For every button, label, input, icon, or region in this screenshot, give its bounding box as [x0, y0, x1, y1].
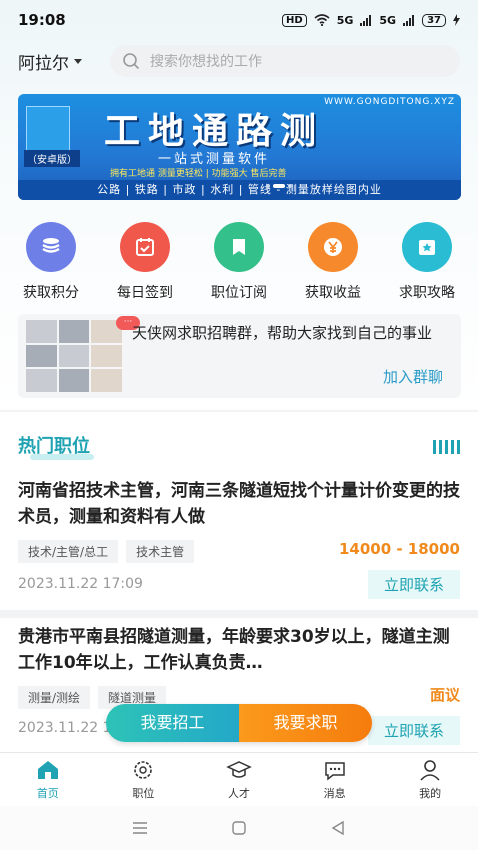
bottom-tab-bar: 首页 职位 人才 消息 我的: [0, 752, 478, 806]
banner-bottom-line: 公路 | 铁路 | 市政 | 水利 | 管线 - 测量放样绘图内业: [18, 180, 461, 200]
seek-job-button[interactable]: 我要求职: [239, 704, 372, 742]
yen-coin-icon: [308, 222, 358, 272]
quick-job-guide[interactable]: 求职攻略: [381, 222, 473, 302]
job-tag: 技术主管: [126, 540, 195, 563]
banner-url: WWW.GONGDITONG.XYZ: [324, 97, 455, 107]
job-card[interactable]: 贵港市平南县招隧道测量，年龄要求30岁以上，隧道主测工作10年以上，工作认真负责…: [0, 624, 478, 745]
home-square-icon[interactable]: [230, 819, 248, 837]
contact-button[interactable]: 立即联系: [367, 570, 460, 599]
quick-label: 获取收益: [305, 285, 361, 301]
group-chat-card[interactable]: ··· 天侠网求职招聘群，帮助大家找到自己的事业 加入群聊: [18, 314, 461, 398]
tab-label: 人才: [227, 787, 250, 800]
search-input[interactable]: 搜索你想找的工作: [110, 45, 460, 77]
status-bar: 19:08 HD 5G 5G 37: [0, 0, 478, 40]
bookmark-icon: [214, 222, 264, 272]
coins-icon: [26, 222, 76, 272]
promo-banner[interactable]: （安卓版） WWW.GONGDITONG.XYZ 工地通路测 一站式测量软件 拥…: [18, 94, 461, 200]
search-icon: [123, 53, 140, 70]
quick-label: 每日签到: [117, 285, 173, 301]
card-divider: [0, 610, 478, 618]
banner-pagination: [266, 184, 292, 188]
wifi-icon: [314, 14, 330, 26]
tab-label: 首页: [36, 787, 59, 800]
battery-icon: 37: [422, 13, 446, 27]
graduation-cap-icon: [226, 761, 252, 778]
city-selector[interactable]: 阿拉尔: [18, 49, 110, 74]
group-description: 天侠网求职招聘群，帮助大家找到自己的事业: [132, 324, 433, 342]
job-card[interactable]: 河南省招技术主管，河南三条隧道短找个计量计价变更的技术员，测量和资料有人做 技术…: [0, 478, 478, 599]
job-tag: 技术/主管/总工: [18, 540, 119, 563]
job-date: 2023.11.22 1: [18, 720, 112, 736]
floating-actions: 我要招工 我要求职: [106, 704, 372, 742]
quick-get-points[interactable]: 获取积分: [5, 222, 97, 302]
section-title: 热门职位: [18, 436, 90, 457]
job-salary: 14000 - 18000: [338, 540, 460, 558]
signal-icon: [403, 14, 415, 26]
signal-2-label: 5G: [379, 13, 397, 27]
quick-get-earnings[interactable]: 获取收益: [287, 222, 379, 302]
charging-icon: [453, 14, 460, 26]
caret-down-icon: [74, 58, 82, 64]
job-tag: 测量/测绘: [18, 686, 91, 709]
tab-home[interactable]: 首页: [0, 753, 96, 806]
banner-edition: （安卓版）: [24, 150, 80, 167]
job-list: 热门职位 河南省招技术主管，河南三条隧道短找个计量计价变更的技术员，测量和资料有…: [0, 412, 478, 752]
star-card-icon: [402, 222, 452, 272]
menu-icon[interactable]: [131, 819, 149, 837]
quick-daily-signin[interactable]: 每日签到: [99, 222, 191, 302]
chat-bubble-icon: [324, 762, 345, 781]
gear-badge-icon: [134, 761, 153, 779]
quick-label: 职位订阅: [211, 285, 267, 301]
search-placeholder: 搜索你想找的工作: [150, 54, 262, 70]
signal-1-label: 5G: [336, 13, 354, 27]
quick-label: 求职攻略: [399, 285, 455, 301]
job-salary: 面议: [429, 686, 460, 704]
status-time: 19:08: [18, 11, 66, 29]
signal-icon: [360, 14, 372, 26]
tab-label: 我的: [419, 787, 442, 800]
status-icons: HD 5G 5G 37: [282, 13, 460, 27]
join-group-button[interactable]: 加入群聊: [383, 366, 443, 387]
group-avatars: [26, 320, 122, 392]
job-title: 贵港市平南县招隧道测量，年龄要求30岁以上，隧道主测工作10年以上，工作认真负责…: [18, 627, 450, 673]
tab-label: 消息: [323, 787, 346, 800]
quick-actions: 获取积分 每日签到 职位订阅 获取收益 求职攻略: [0, 222, 478, 302]
job-title: 河南省招技术主管，河南三条隧道短找个计量计价变更的技术员，测量和资料有人做: [18, 481, 460, 527]
tab-messages[interactable]: 消息: [287, 753, 383, 806]
tab-profile[interactable]: 我的: [382, 753, 478, 806]
quick-job-subscribe[interactable]: 职位订阅: [193, 222, 285, 302]
quick-label: 获取积分: [23, 285, 79, 301]
recruit-button[interactable]: 我要招工: [106, 704, 239, 742]
calendar-check-icon: [120, 222, 170, 272]
banner-subtitle: 一站式测量软件: [158, 152, 271, 167]
contact-button[interactable]: 立即联系: [367, 716, 460, 745]
tab-label: 职位: [132, 787, 155, 800]
job-date: 2023.11.22 17:09: [18, 576, 143, 592]
home-icon: [37, 761, 58, 779]
system-nav-bar: [0, 806, 478, 850]
person-icon: [420, 760, 440, 781]
search-row: 阿拉尔 搜索你想找的工作: [0, 44, 478, 78]
tab-jobs[interactable]: 职位: [96, 753, 192, 806]
banner-title: 工地通路测: [104, 111, 325, 152]
banner-tagline: 拥有工地通 测量更轻松 | 功能强大 售后完善: [110, 169, 287, 179]
tab-talent[interactable]: 人才: [191, 753, 287, 806]
city-label: 阿拉尔: [18, 53, 69, 74]
more-bars-icon[interactable]: [433, 440, 460, 454]
hd-badge: HD: [282, 13, 307, 27]
back-icon[interactable]: [329, 819, 347, 837]
